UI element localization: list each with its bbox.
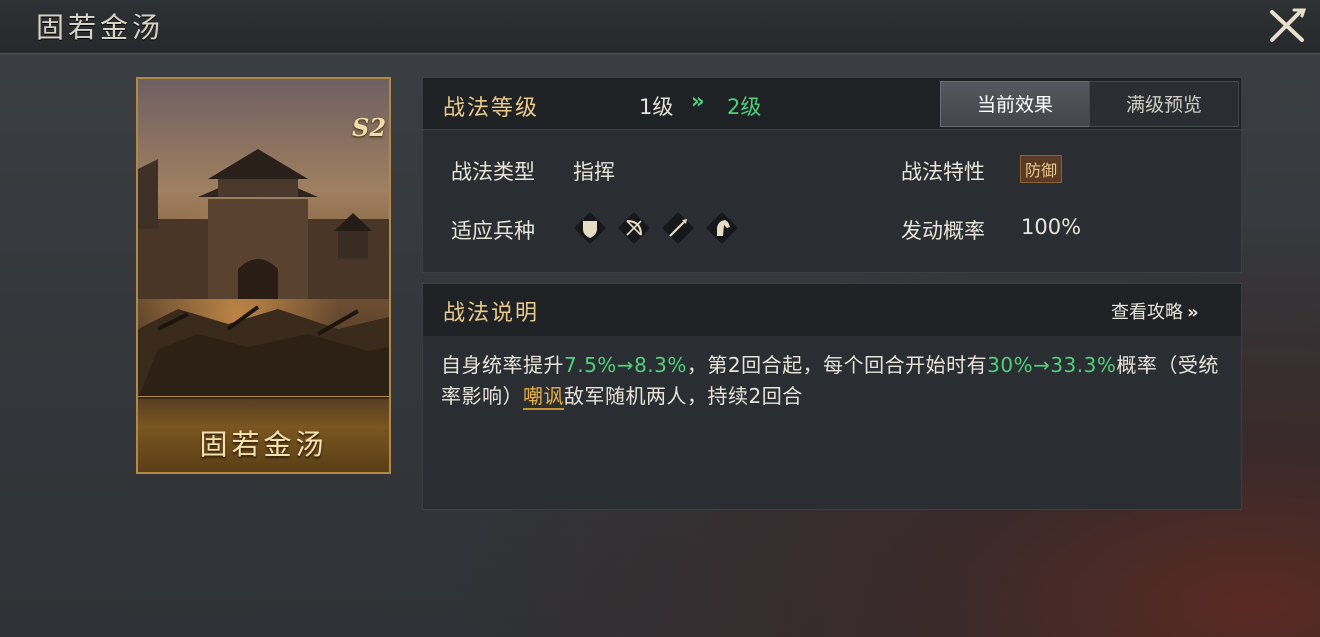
trigger-rate-value: 100% <box>1021 215 1082 239</box>
troop-types-label: 适应兵种 <box>451 219 535 243</box>
page-title: 固若金汤 <box>36 11 165 44</box>
desc-part-4: 敌军随机两人，持续2回合 <box>564 384 803 408</box>
tab-max-level-preview[interactable]: 满级预览 <box>1089 81 1239 127</box>
bow-icon <box>618 212 650 244</box>
spear-icon <box>662 212 694 244</box>
close-button[interactable] <box>1264 6 1308 46</box>
horse-icon <box>706 212 738 244</box>
level-row: 战法等级 1级 » 2级 当前效果 满级预览 <box>423 78 1241 130</box>
view-guide-link[interactable]: 查看攻略» <box>1111 298 1199 324</box>
level-label: 战法等级 <box>443 96 540 121</box>
description-text: 自身统率提升7.5%→8.3%，第2回合起，每个回合开始时有30%→33.3%概… <box>441 350 1233 412</box>
trigger-rate-label: 发动概率 <box>901 219 985 243</box>
view-guide-label: 查看攻略 <box>1111 302 1183 323</box>
level-current: 1级 <box>639 95 674 119</box>
desc-part-2: ，第2回合起，每个回合开始时有 <box>686 353 988 377</box>
desc-part-1: 自身统率提升 <box>441 353 564 377</box>
card-name: 固若金汤 <box>199 428 328 461</box>
tactic-info-panel: 战法等级 1级 » 2级 当前效果 满级预览 战法类型 指挥 战法特性 防御 适… <box>422 77 1242 273</box>
tactic-card: S2 固若金汤 <box>136 77 391 474</box>
level-next: 2级 <box>727 95 762 119</box>
tactic-trait-label: 战法特性 <box>901 160 985 184</box>
tab-current-effect[interactable]: 当前效果 <box>940 81 1090 127</box>
tactic-description-panel: 战法说明 查看攻略» 自身统率提升7.5%→8.3%，第2回合起，每个回合开始时… <box>422 283 1242 510</box>
tactic-type-label: 战法类型 <box>451 160 535 184</box>
shield-icon <box>574 212 606 244</box>
close-icon <box>1270 8 1307 42</box>
description-title: 战法说明 <box>443 301 540 326</box>
stat-increase-value: 7.5%→8.3% <box>564 353 687 377</box>
trigger-chance-value: 30%→33.3% <box>987 353 1117 377</box>
level-arrow-icon: » <box>691 89 705 113</box>
tactic-trait-badge: 防御 <box>1020 155 1063 183</box>
season-badge: S2 <box>352 113 387 142</box>
title-bar: 固若金汤 <box>0 0 1320 54</box>
tactic-type-value: 指挥 <box>573 160 615 184</box>
taunt-keyword-link[interactable]: 嘲讽 <box>523 384 564 410</box>
description-header: 战法说明 查看攻略» <box>423 284 1241 336</box>
chevron-right-icon: » <box>1187 302 1199 323</box>
